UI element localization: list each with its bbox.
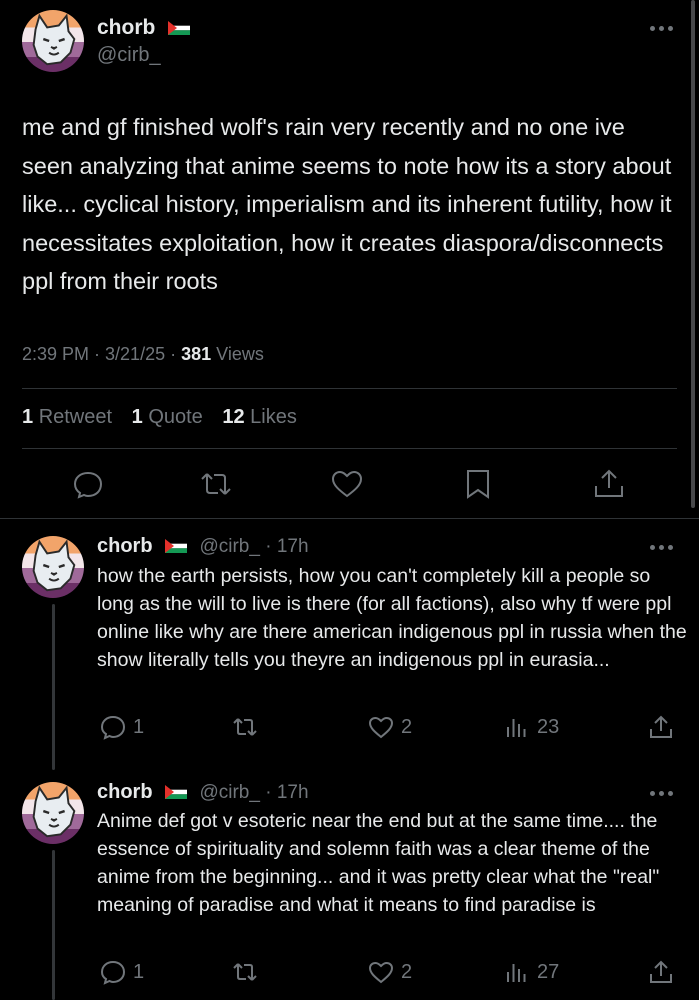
- views-icon: [507, 964, 526, 982]
- reply-icon: [100, 715, 126, 740]
- author-name[interactable]: chorb: [97, 16, 155, 39]
- reply-handle-time[interactable]: @cirb_ · 17h: [199, 536, 308, 557]
- author-handle[interactable]: @cirb_: [97, 44, 161, 67]
- reply-count: 1: [133, 715, 145, 738]
- retweet-button[interactable]: [231, 958, 259, 986]
- quotes-stat[interactable]: 1 Quote: [132, 406, 203, 428]
- likes-label: Likes: [250, 406, 297, 428]
- reply-author-name[interactable]: chorb: [97, 781, 153, 803]
- retweets-label: Retweet: [38, 406, 113, 428]
- likes-stat[interactable]: 12 Likes: [222, 406, 297, 428]
- wolf-avatar-image: [22, 782, 84, 844]
- like-icon: [368, 716, 394, 739]
- reply-author-name[interactable]: chorb: [97, 535, 153, 557]
- views-label: Views: [211, 344, 264, 364]
- reply-header: chorb @cirb_ · 17h: [97, 781, 309, 804]
- share-icon[interactable]: [591, 466, 627, 502]
- bookmark-icon[interactable]: [460, 466, 496, 502]
- views-button[interactable]: 27: [503, 958, 559, 986]
- reply-handle-time[interactable]: @cirb_ · 17h: [199, 782, 308, 803]
- palestine-flag-icon: [168, 21, 190, 35]
- retweet-icon: [233, 963, 257, 981]
- share-button[interactable]: [647, 713, 675, 741]
- retweet-icon[interactable]: [198, 466, 234, 502]
- tweet-text: me and gf finished wolf's rain very rece…: [22, 114, 672, 294]
- wolf-avatar-image: [22, 10, 84, 72]
- tweet-actions: [0, 466, 699, 506]
- retweet-icon: [233, 718, 257, 736]
- share-icon: [650, 960, 672, 983]
- share-button[interactable]: [647, 958, 675, 986]
- reply-button[interactable]: 1: [99, 958, 144, 986]
- like-icon: [368, 961, 394, 984]
- more-icon[interactable]: [650, 545, 673, 550]
- retweets-count: 1: [22, 406, 34, 428]
- divider: [0, 518, 699, 519]
- views-count: 381: [181, 344, 212, 364]
- views-icon: [507, 719, 526, 737]
- more-icon[interactable]: [650, 26, 673, 31]
- likes-count: 12: [222, 406, 245, 428]
- author-name-row[interactable]: chorb: [97, 16, 190, 40]
- wolf-avatar-image: [22, 536, 84, 598]
- quotes-count: 1: [131, 406, 143, 428]
- palestine-flag-icon: [165, 785, 187, 799]
- views-count: 23: [537, 715, 560, 738]
- reply-header: chorb @cirb_ · 17h: [97, 535, 309, 558]
- reply-button[interactable]: 1: [99, 713, 144, 741]
- tweet-meta: 2:39 PM · 3/21/25 · 381 Views: [22, 344, 264, 365]
- reply-icon[interactable]: [70, 466, 106, 502]
- reply-text: how the earth persists, how you can't co…: [97, 565, 687, 671]
- like-count: 2: [401, 715, 413, 738]
- like-button[interactable]: 2: [367, 713, 412, 741]
- like-button[interactable]: 2: [367, 958, 412, 986]
- divider: [22, 448, 677, 449]
- retweets-stat[interactable]: 1 Retweet: [22, 406, 112, 428]
- share-icon: [650, 715, 672, 738]
- tweet-timestamp[interactable]: 2:39 PM · 3/21/25 ·: [22, 344, 181, 364]
- reply-icon: [100, 960, 126, 985]
- palestine-flag-icon: [165, 539, 187, 553]
- views-count: 27: [537, 960, 560, 983]
- retweet-button[interactable]: [231, 713, 259, 741]
- engagement-stats: 1 Retweet 1 Quote 12 Likes: [22, 406, 297, 429]
- views-button[interactable]: 23: [503, 713, 559, 741]
- avatar[interactable]: [22, 536, 84, 598]
- avatar[interactable]: [22, 10, 84, 72]
- avatar[interactable]: [22, 782, 84, 844]
- quotes-label: Quote: [148, 406, 203, 428]
- thread-line: [52, 604, 55, 770]
- reply-text: Anime def got v esoteric near the end bu…: [97, 810, 660, 916]
- divider: [22, 388, 677, 389]
- like-icon[interactable]: [329, 466, 365, 502]
- thread-line: [52, 850, 55, 1000]
- like-count: 2: [401, 960, 413, 983]
- scrollbar[interactable]: [691, 0, 695, 508]
- reply-count: 1: [133, 960, 145, 983]
- more-icon[interactable]: [650, 791, 673, 796]
